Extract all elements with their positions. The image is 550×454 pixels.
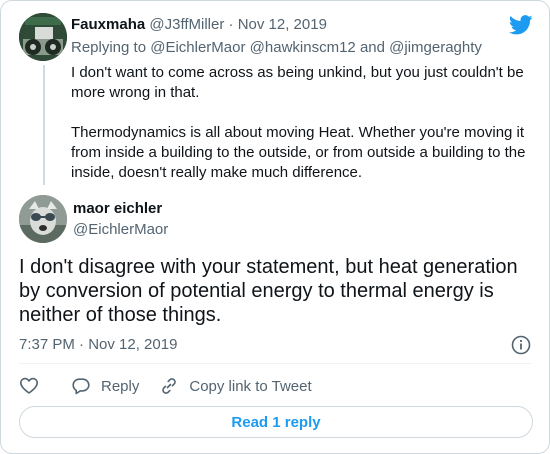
twitter-bird-icon[interactable] [509,15,533,35]
main-tweet-text: I don't disagree with your statement, bu… [19,256,518,326]
info-icon[interactable] [511,335,531,355]
action-bar: Reply Copy link to Tweet [19,374,332,398]
main-display-name[interactable]: maor eichler [73,199,162,219]
parent-paragraph: Thermodynamics is all about moving Heat.… [71,124,526,181]
parent-paragraph: I don't want to come across as being unk… [71,64,524,101]
like-button[interactable] [19,376,39,396]
embedded-tweet-card: Fauxmaha @J3ffMiller · Nov 12, 2019 Repl… [0,0,550,454]
parent-display-name[interactable]: Fauxmaha [71,16,145,33]
reply-button[interactable]: Reply [71,376,139,396]
tweet-timestamp[interactable]: 7:37 PM · Nov 12, 2019 [19,335,177,355]
read-replies-button[interactable]: Read 1 reply [19,406,533,438]
parent-tweet-text: I don't want to come across as being unk… [71,63,531,203]
heart-icon [20,377,38,394]
parent-avatar[interactable] [19,13,67,61]
main-handle[interactable]: @EichlerMaor [73,220,168,240]
reply-label: Reply [101,377,140,395]
parent-header: Fauxmaha @J3ffMiller · Nov 12, 2019 [71,15,327,35]
replying-to-user[interactable]: @jimgeraghty [389,39,482,56]
link-icon [162,378,177,394]
separator-dot: · [228,16,234,33]
thread-connector-line [43,65,45,185]
copy-link-button[interactable]: Copy link to Tweet [159,376,312,396]
parent-handle[interactable]: @J3ffMiller [149,16,224,33]
replying-to-line: Replying to @EichlerMaor @hawkinscm12 an… [71,38,482,58]
replying-prefix: Replying to [71,39,147,56]
reply-icon [72,378,90,395]
main-avatar[interactable] [19,195,67,243]
replying-and: and [359,39,385,56]
replying-to-user[interactable]: @EichlerMaor [150,39,245,56]
copy-link-label: Copy link to Tweet [189,377,312,395]
parent-date[interactable]: Nov 12, 2019 [238,16,327,33]
replying-to-user[interactable]: @hawkinscm12 [250,39,356,56]
divider [19,363,531,364]
